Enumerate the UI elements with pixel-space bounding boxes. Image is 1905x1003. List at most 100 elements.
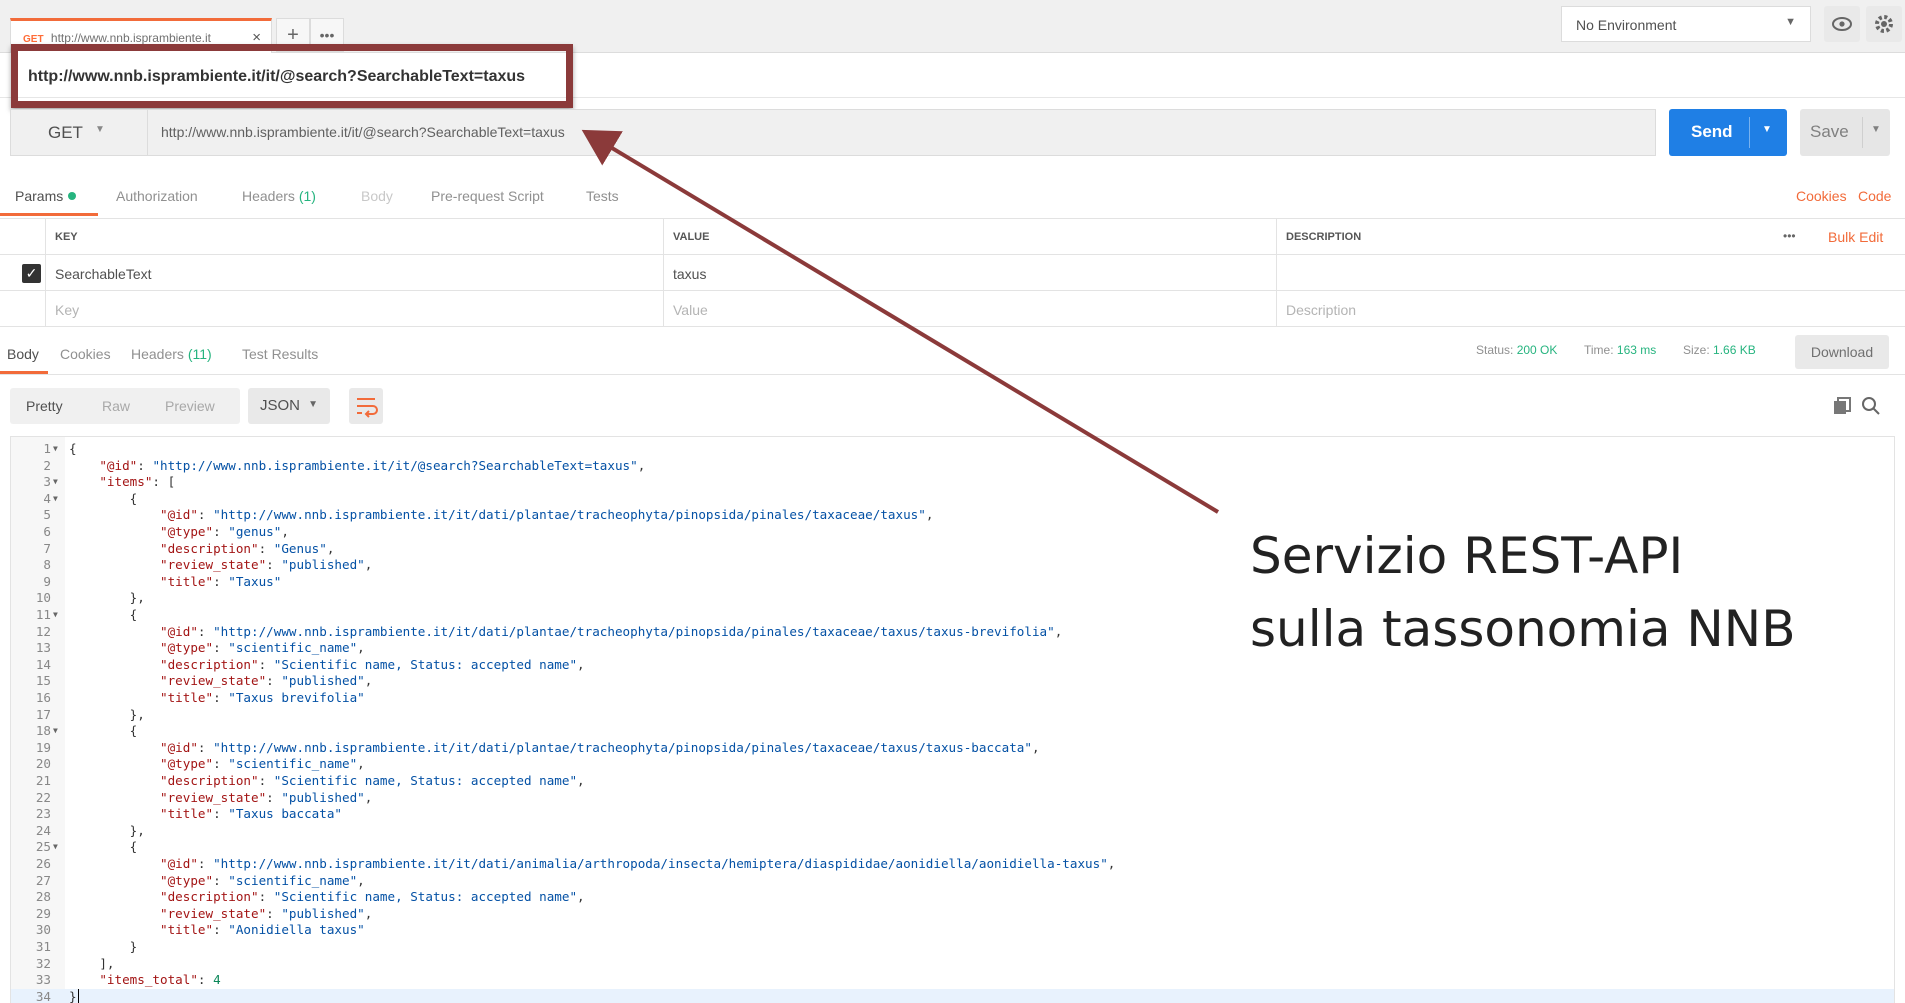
line-number: 10: [35, 590, 51, 606]
code-link[interactable]: Code: [1858, 188, 1891, 204]
key-header: KEY: [45, 219, 663, 255]
param-key[interactable]: SearchableText: [45, 255, 663, 291]
tab-headers[interactable]: Headers (1): [242, 188, 316, 204]
code-line: 17 },: [11, 707, 1894, 724]
code-text: "review_state": "published",: [160, 905, 373, 921]
line-number: 32: [35, 955, 51, 971]
description-field[interactable]: Description: [1276, 291, 1905, 327]
tab-label: Headers: [131, 346, 184, 362]
code-line: 2 "@id": "http://www.nnb.isprambiente.it…: [11, 458, 1894, 475]
line-number: 11: [35, 607, 51, 622]
code-text: },: [69, 590, 145, 606]
chevron-down-icon[interactable]: ▼: [1871, 124, 1881, 135]
key-field[interactable]: Key: [45, 291, 663, 327]
request-bar: GET ▼ http://www.nnb.isprambiente.it/it/…: [10, 109, 1656, 156]
code-text: "items_total": 4: [99, 972, 221, 988]
cookies-link[interactable]: Cookies: [1796, 188, 1847, 204]
params-header-row: KEY VALUE DESCRIPTION ••• Bulk Edit: [0, 219, 1905, 255]
line-number: 5: [43, 507, 51, 523]
search-icon[interactable]: [1860, 395, 1882, 417]
view-preview[interactable]: Preview: [165, 398, 215, 414]
fold-toggle-icon[interactable]: ▼: [53, 491, 58, 508]
code-text: "@id": "http://www.nnb.isprambiente.it/i…: [160, 623, 1063, 639]
save-label: Save: [1810, 122, 1849, 141]
line-number: 20: [35, 756, 51, 772]
send-label: Send: [1691, 122, 1733, 141]
code-text: "items": [: [99, 474, 176, 490]
fold-toggle-icon[interactable]: ▼: [53, 474, 58, 491]
status-info: Status: 200 OK: [1476, 343, 1557, 357]
code-text: "review_state": "published",: [160, 557, 373, 573]
environment-select[interactable]: No Environment ▼: [1561, 6, 1811, 42]
tab-body[interactable]: Body: [361, 188, 393, 204]
save-button[interactable]: Save ▼: [1800, 109, 1890, 156]
code-text: },: [69, 822, 145, 838]
code-line: 21 "description": "Scientific name, Stat…: [11, 773, 1894, 790]
code-line: 31 }: [11, 939, 1894, 956]
response-tab-test-results[interactable]: Test Results: [242, 346, 318, 362]
code-text: "title": "Taxus": [160, 573, 282, 589]
line-number: 33: [35, 972, 51, 988]
time-value: 163 ms: [1616, 343, 1657, 357]
annotation-text: Servizio REST-API sulla tassonomia NNB: [1250, 520, 1796, 666]
code-text: "description": "Scientific name, Status:…: [160, 889, 585, 905]
line-number: 12: [35, 623, 51, 639]
chevron-down-icon: ▼: [1785, 16, 1796, 28]
fold-toggle-icon[interactable]: ▼: [53, 723, 58, 740]
param-value[interactable]: taxus: [663, 255, 1276, 291]
gear-icon[interactable]: [1866, 6, 1902, 42]
code-text: {: [69, 607, 138, 622]
code-line: 26 "@id": "http://www.nnb.isprambiente.i…: [11, 856, 1894, 873]
code-text: "title": "Taxus baccata": [160, 806, 342, 822]
save-divider: [1862, 117, 1863, 148]
tab-tests[interactable]: Tests: [586, 188, 619, 204]
value-field[interactable]: Value: [663, 291, 1276, 327]
bulk-edit-link[interactable]: Bulk Edit: [1828, 229, 1883, 245]
code-text: {: [69, 723, 138, 739]
response-tab-cookies[interactable]: Cookies: [60, 346, 111, 362]
method-select[interactable]: GET ▼: [11, 110, 148, 155]
view-pretty[interactable]: Pretty: [26, 398, 63, 414]
view-raw[interactable]: Raw: [102, 398, 130, 414]
line-number: 26: [35, 856, 51, 871]
fold-toggle-icon[interactable]: ▼: [53, 839, 58, 856]
param-checkbox[interactable]: ✓: [22, 264, 41, 283]
line-number: 3: [43, 474, 51, 490]
tab-authorization[interactable]: Authorization: [116, 188, 198, 204]
wrap-lines-icon[interactable]: [349, 388, 383, 424]
download-button[interactable]: Download: [1795, 335, 1889, 369]
line-number: 22: [35, 789, 51, 805]
line-number: 27: [35, 872, 51, 888]
fold-toggle-icon[interactable]: ▼: [53, 441, 58, 458]
code-line: 18 ▼ {: [11, 723, 1894, 740]
line-number: 6: [43, 524, 51, 539]
code-text: "@id": "http://www.nnb.isprambiente.it/i…: [160, 856, 1116, 871]
tab-params[interactable]: Params: [15, 188, 77, 204]
format-select[interactable]: JSON ▼: [248, 388, 330, 424]
param-description[interactable]: [1276, 255, 1905, 291]
tab-pre-request-script[interactable]: Pre-request Script: [431, 188, 544, 204]
view-mode-toggle: Pretty Raw Preview: [10, 388, 240, 424]
code-line: 19 "@id": "http://www.nnb.isprambiente.i…: [11, 740, 1894, 757]
tab-label: Tests: [586, 188, 619, 204]
send-button[interactable]: Send ▼: [1669, 109, 1787, 156]
line-number: 25: [35, 839, 51, 855]
annotation-line-2: sulla tassonomia NNB: [1250, 600, 1796, 658]
more-options-icon[interactable]: •••: [1783, 229, 1796, 243]
chevron-down-icon[interactable]: ▼: [1762, 124, 1772, 135]
code-line: 3 ▼ "items": [: [11, 474, 1894, 491]
copy-icon[interactable]: [1831, 395, 1853, 417]
response-tab-body[interactable]: Body: [7, 346, 39, 362]
code-line: 16 "title": "Taxus brevifolia": [11, 690, 1894, 707]
value-header: VALUE: [663, 219, 1276, 255]
size-label: Size:: [1683, 343, 1710, 357]
url-input[interactable]: http://www.nnb.isprambiente.it/it/@searc…: [161, 124, 565, 140]
eye-icon[interactable]: [1824, 6, 1860, 42]
code-text: {: [69, 441, 77, 456]
fold-toggle-icon[interactable]: ▼: [53, 607, 58, 624]
line-number: 31: [35, 939, 51, 954]
code-text: "title": "Aonidiella taxus": [160, 922, 365, 938]
code-line: 29 "review_state": "published",: [11, 906, 1894, 923]
line-number: 30: [35, 922, 51, 938]
response-tab-headers[interactable]: Headers (11): [131, 346, 212, 362]
